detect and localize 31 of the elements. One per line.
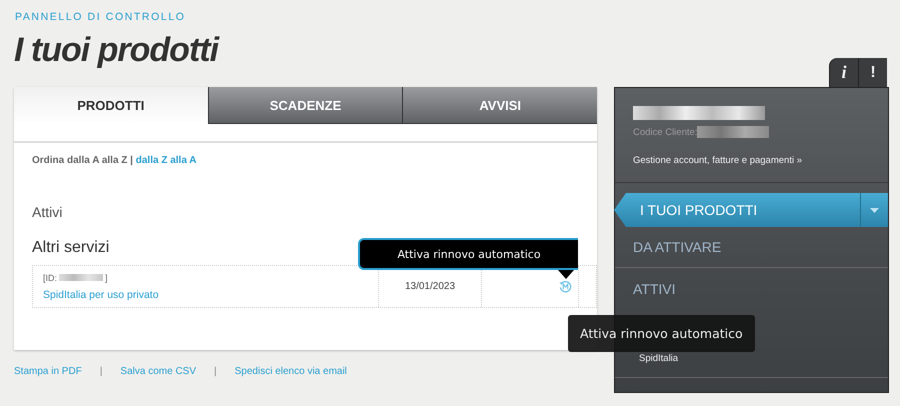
redacted-text (59, 274, 104, 281)
separator: | (214, 366, 217, 377)
popup-tooltip: Attiva rinnovo automatico (358, 238, 578, 279)
page-title: I tuoi prodotti (14, 31, 218, 70)
tab[interactable]: PRODOTTI (14, 87, 208, 124)
tooltip: Attiva rinnovo automatico (568, 315, 755, 352)
group-title: Altri servizi (32, 239, 110, 257)
id-label: [ID: (43, 272, 58, 282)
footer-link[interactable]: Spedisci elenco via email (234, 366, 347, 377)
menu-item[interactable]: DA ATTIVARE (615, 227, 888, 268)
pointer-icon (558, 270, 574, 279)
account-link[interactable]: Gestione account, fatture e pagamenti » (633, 155, 802, 166)
caret-icon[interactable] (870, 208, 879, 212)
side-tab[interactable]: ! (858, 58, 887, 87)
side-tab[interactable]: i (829, 58, 858, 87)
submenu-item[interactable]: SpidItalia (639, 353, 678, 364)
sort-link[interactable]: dalla Z alla A (136, 155, 197, 166)
breadcrumb: PANNELLO DI CONTROLLO (15, 10, 186, 23)
footer-link[interactable]: Stampa in PDF (14, 366, 82, 377)
renew-icon[interactable] (559, 280, 572, 293)
footer-link[interactable]: Salva come CSV (120, 366, 196, 377)
product-link[interactable]: SpidItalia per uso privato (43, 288, 159, 300)
menu-item[interactable]: I TUOI PRODOTTI (614, 193, 888, 227)
customer-code-label: Codice Cliente: (633, 126, 698, 138)
section-title: Attivi (31, 203, 64, 220)
separator: | (100, 366, 102, 377)
tab[interactable]: AVVISI (402, 87, 598, 124)
id-label: ] (105, 272, 108, 282)
sort-label: Ordina dalla A alla Z | (32, 155, 134, 166)
tab[interactable]: SCADENZE (208, 87, 402, 124)
menu-item[interactable]: ATTIVI (615, 268, 888, 309)
